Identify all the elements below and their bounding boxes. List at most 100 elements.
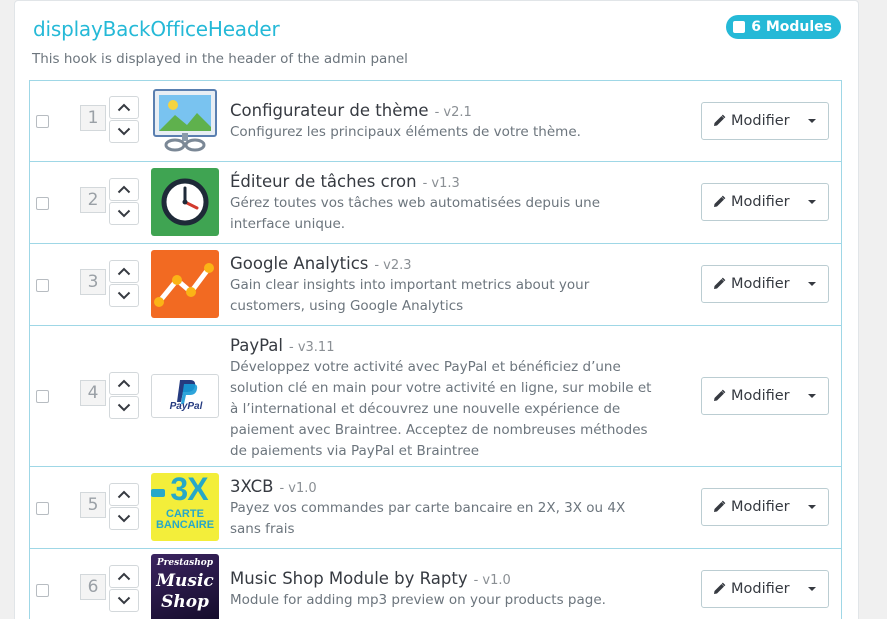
caret-down-icon bbox=[808, 200, 817, 204]
position-arrows bbox=[109, 178, 139, 226]
module-name: Éditeur de tâches cron bbox=[230, 172, 417, 191]
module-description: Gain clear insights into important metri… bbox=[230, 277, 590, 314]
google-analytics-icon bbox=[151, 250, 219, 318]
chevron-up-icon bbox=[117, 267, 131, 276]
caret-down-icon bbox=[808, 587, 817, 591]
move-up-button[interactable] bbox=[109, 96, 139, 119]
module-version: - v1.0 bbox=[279, 481, 317, 496]
module-select-checkbox[interactable] bbox=[36, 115, 49, 128]
paypal-icon: PayPal bbox=[151, 374, 219, 418]
modify-button[interactable]: Modifier bbox=[702, 266, 796, 302]
module-version: - v3.11 bbox=[289, 340, 335, 355]
module-select-checkbox[interactable] bbox=[36, 584, 49, 597]
pencil-icon bbox=[714, 500, 726, 512]
modify-button[interactable]: Modifier bbox=[702, 184, 796, 220]
modify-button-group: Modifier bbox=[701, 570, 829, 608]
module-name: PayPal bbox=[230, 336, 283, 355]
module-description: Gérez toutes vos tâches web automatisées… bbox=[230, 195, 601, 232]
chevron-down-icon bbox=[117, 596, 131, 605]
modify-dropdown-toggle[interactable] bbox=[796, 378, 828, 414]
position-arrows bbox=[109, 372, 139, 420]
position-number: 5 bbox=[80, 492, 106, 518]
chevron-down-icon bbox=[117, 291, 131, 300]
module-select-checkbox[interactable] bbox=[36, 390, 49, 403]
badge-label: 6 Modules bbox=[751, 19, 832, 35]
position-number: 6 bbox=[80, 574, 106, 600]
module-row: 6 Prestashop Music Shop Music Shop Modul… bbox=[30, 549, 841, 619]
caret-down-icon bbox=[808, 119, 817, 123]
modify-button[interactable]: Modifier bbox=[702, 378, 796, 414]
chevron-up-icon bbox=[117, 490, 131, 499]
modify-dropdown-toggle[interactable] bbox=[796, 266, 828, 302]
module-description: Module for adding mp3 preview on your pr… bbox=[230, 592, 606, 608]
move-down-button[interactable] bbox=[109, 284, 139, 307]
modify-button-group: Modifier bbox=[701, 183, 829, 221]
module-row: 1 Configurateur de thème - v2.1 Configure bbox=[30, 81, 841, 162]
module-version: - v1.3 bbox=[422, 176, 460, 191]
module-select-checkbox[interactable] bbox=[36, 197, 49, 210]
3xcb-logo-subtext: CARTE BANCAIRE bbox=[155, 508, 215, 531]
modify-button[interactable]: Modifier bbox=[702, 103, 796, 139]
music-shop-logo-top: Prestashop bbox=[156, 558, 214, 568]
position-number: 3 bbox=[80, 269, 106, 295]
position-number: 2 bbox=[80, 187, 106, 213]
move-up-button[interactable] bbox=[109, 565, 139, 588]
module-version: - v1.0 bbox=[473, 573, 511, 588]
modify-button[interactable]: Modifier bbox=[702, 489, 796, 525]
position-arrows bbox=[109, 483, 139, 531]
paypal-logo-text: PayPal bbox=[169, 401, 203, 412]
position-arrows bbox=[109, 96, 139, 144]
move-up-button[interactable] bbox=[109, 483, 139, 506]
position-number: 1 bbox=[80, 105, 106, 131]
position-arrows bbox=[109, 260, 139, 308]
module-description: Payez vos commandes par carte bancaire e… bbox=[230, 500, 626, 537]
modify-button-group: Modifier bbox=[701, 265, 829, 303]
module-name: Configurateur de thème bbox=[230, 101, 429, 120]
pencil-icon bbox=[714, 389, 726, 401]
chevron-up-icon bbox=[117, 103, 131, 112]
move-down-button[interactable] bbox=[109, 120, 139, 143]
move-up-button[interactable] bbox=[109, 178, 139, 201]
module-description: Configurez les principaux éléments de vo… bbox=[230, 124, 581, 140]
move-down-button[interactable] bbox=[109, 589, 139, 612]
modify-label: Modifier bbox=[731, 194, 790, 210]
move-down-button[interactable] bbox=[109, 396, 139, 419]
position-number: 4 bbox=[80, 380, 106, 406]
module-version: - v2.3 bbox=[374, 258, 412, 273]
module-version: - v2.1 bbox=[434, 105, 472, 120]
modules-count-badge[interactable]: 6 Modules bbox=[726, 15, 841, 39]
music-shop-icon: Prestashop Music Shop bbox=[151, 554, 219, 619]
modify-dropdown-toggle[interactable] bbox=[796, 103, 828, 139]
music-shop-logo-line2: Shop bbox=[161, 592, 209, 612]
modify-label: Modifier bbox=[731, 581, 790, 597]
cron-clock-icon bbox=[151, 168, 219, 236]
hook-title: displayBackOfficeHeader bbox=[33, 17, 280, 41]
move-up-button[interactable] bbox=[109, 372, 139, 395]
chevron-down-icon bbox=[117, 403, 131, 412]
module-select-checkbox[interactable] bbox=[36, 279, 49, 292]
modify-label: Modifier bbox=[731, 113, 790, 129]
move-down-button[interactable] bbox=[109, 507, 139, 530]
modify-label: Modifier bbox=[731, 499, 790, 515]
modify-dropdown-toggle[interactable] bbox=[796, 489, 828, 525]
module-row: 2 Éditeur de tâches cron - v1.3 Gérez tou… bbox=[30, 162, 841, 244]
chevron-down-icon bbox=[117, 514, 131, 523]
modify-dropdown-toggle[interactable] bbox=[796, 184, 828, 220]
pencil-icon bbox=[714, 277, 726, 289]
modify-dropdown-toggle[interactable] bbox=[796, 571, 828, 607]
module-row: 5 3X CARTE BANCAIRE 3XCB - v1.0 Payez vos… bbox=[30, 467, 841, 549]
pencil-icon bbox=[714, 195, 726, 207]
module-select-checkbox[interactable] bbox=[36, 502, 49, 515]
move-down-button[interactable] bbox=[109, 202, 139, 225]
3xcb-card-icon: 3X CARTE BANCAIRE bbox=[151, 473, 219, 541]
caret-down-icon bbox=[808, 505, 817, 509]
modify-button-group: Modifier bbox=[701, 377, 829, 415]
modify-label: Modifier bbox=[731, 276, 790, 292]
module-name: Google Analytics bbox=[230, 254, 369, 273]
pencil-icon bbox=[714, 114, 726, 126]
move-up-button[interactable] bbox=[109, 260, 139, 283]
modify-button[interactable]: Modifier bbox=[702, 571, 796, 607]
music-shop-logo-line1: Music bbox=[156, 571, 214, 591]
3xcb-logo-text: 3X bbox=[170, 473, 208, 507]
module-name: 3XCB bbox=[230, 477, 274, 496]
